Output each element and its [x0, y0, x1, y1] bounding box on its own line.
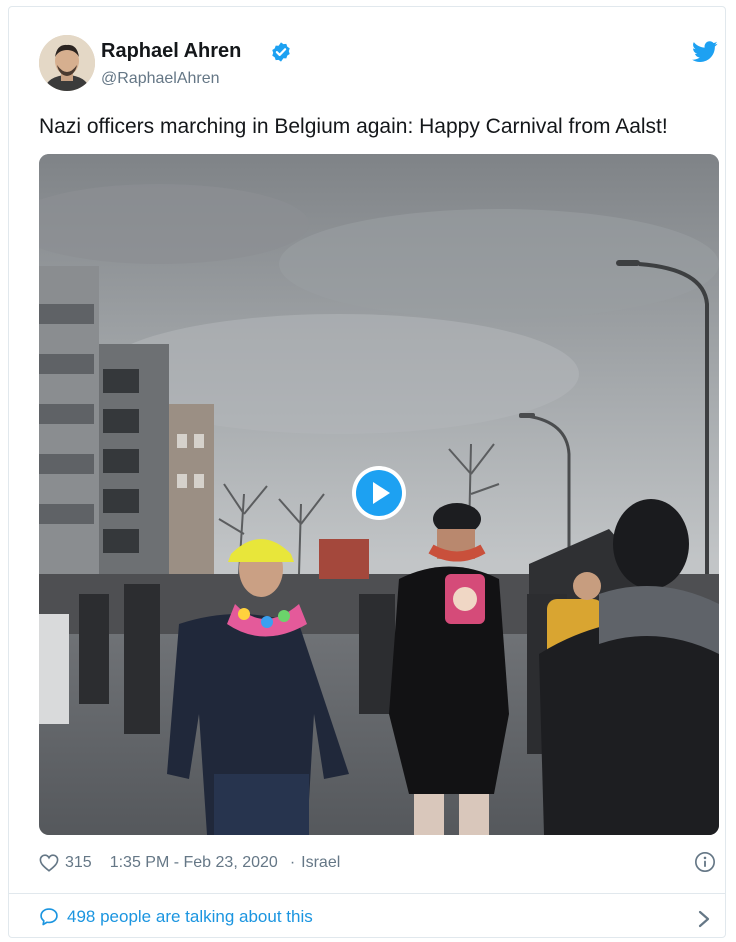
verified-badge-icon: [272, 42, 290, 62]
speech-bubble-icon: [40, 908, 58, 926]
divider: [9, 893, 725, 894]
avatar-image: [39, 35, 95, 91]
heart-icon[interactable]: [39, 854, 59, 872]
chevron-right-icon[interactable]: [697, 909, 711, 929]
conversation-count-label: 498 people are talking about this: [67, 907, 313, 926]
author-handle[interactable]: @RaphaelAhren: [101, 70, 220, 88]
conversation-link[interactable]: 498 people are talking about this: [39, 907, 313, 927]
author-name[interactable]: Raphael Ahren: [101, 40, 241, 63]
info-icon[interactable]: [694, 851, 716, 873]
tweet-text: Nazi officers marching in Belgium again:…: [39, 115, 668, 138]
location[interactable]: Israel: [301, 854, 340, 872]
separator-dot: ·: [289, 854, 296, 871]
video-player[interactable]: [39, 154, 719, 835]
twitter-bird-icon[interactable]: [692, 41, 718, 63]
tweet-card: Raphael Ahren @RaphaelAhren Nazi officer…: [8, 6, 726, 938]
tweet-meta: 315 1:35 PM - Feb 23, 2020 · Israel: [39, 849, 340, 877]
timestamp[interactable]: 1:35 PM - Feb 23, 2020: [110, 854, 278, 872]
avatar[interactable]: [39, 35, 95, 91]
play-icon[interactable]: [350, 464, 408, 522]
like-count[interactable]: 315: [65, 854, 92, 872]
